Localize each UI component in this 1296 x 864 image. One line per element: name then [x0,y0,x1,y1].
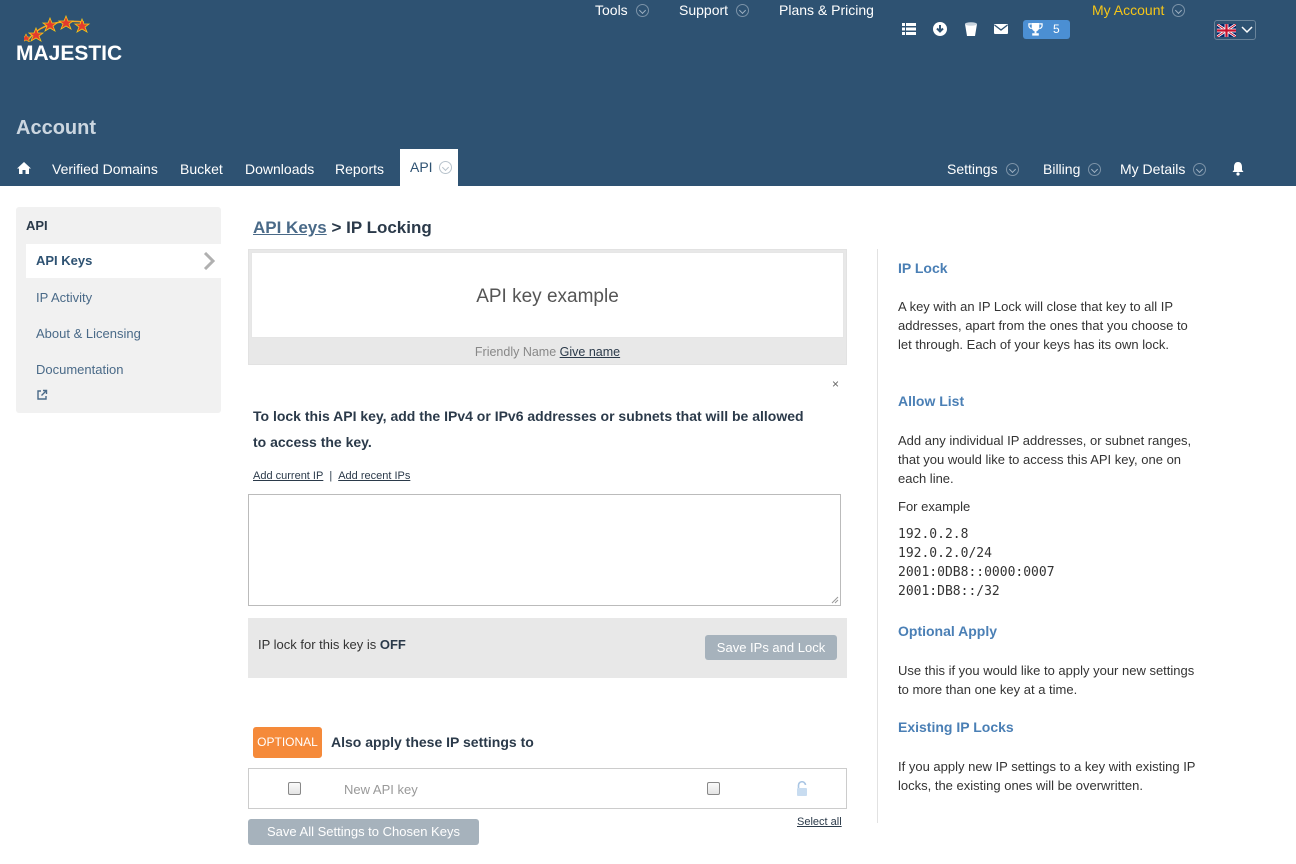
sidebar-item-documentation[interactable]: Documentation [36,362,123,377]
help-existing-locks-title: Existing IP Locks [898,719,1014,735]
chevron-down-icon [1088,162,1102,176]
friendly-name-label: Friendly Name [474,345,557,359]
select-key-checkbox[interactable] [288,782,301,795]
help-example-ip: 2001:0DB8::0000:0007 [898,565,1055,580]
breadcrumb-api-keys-link[interactable]: API Keys [253,218,327,237]
chevron-down-icon [635,3,649,17]
nav-settings-label: Settings [947,161,998,177]
language-selector[interactable] [1214,20,1256,40]
ip-lock-status: IP lock for this key is OFF [258,637,406,652]
also-apply-heading: Also apply these IP settings to [331,734,534,750]
chevron-down-icon [1005,162,1019,176]
ip-lock-status-prefix: IP lock for this key is [258,637,377,652]
support-label: Support [679,2,729,18]
save-ips-and-lock-button[interactable]: Save IPs and Lock [705,635,837,660]
help-optional-apply-title: Optional Apply [898,623,998,639]
bell-icon[interactable] [1231,161,1245,176]
chevron-down-icon [438,160,452,174]
chevron-right-icon [203,252,215,270]
api-key-card: API key example Friendly Name Give name [248,249,847,365]
nav-settings[interactable]: Settings [947,160,1019,178]
page-section-title: Account [16,117,96,139]
friendly-name-row: Friendly Name Give name [249,345,846,359]
ip-addresses-textarea[interactable] [248,494,841,606]
nav-verified-domains[interactable]: Verified Domains [52,160,158,178]
chevron-down-icon [736,3,750,17]
give-name-link[interactable]: Give name [560,345,620,359]
close-icon[interactable]: × [832,377,839,391]
help-ip-lock-title: IP Lock [898,260,948,276]
tools-menu[interactable]: Tools [595,0,649,20]
download-icon[interactable] [932,21,948,37]
header: MAJESTIC Tools Support Plans & Pricing 5… [0,0,1296,186]
help-example-ip: 192.0.2.8 [898,527,969,542]
plans-label: Plans & Pricing [779,2,874,18]
unlocked-icon [797,781,807,796]
help-example-ip: 2001:DB8::/32 [898,584,1000,599]
sidebar-item-ip-activity[interactable]: IP Activity [36,290,92,305]
chevron-down-icon [1193,162,1207,176]
bucket-icon[interactable] [963,21,979,37]
trophy-icon [1028,22,1043,36]
help-ip-lock-text: A key with an IP Lock will close that ke… [898,299,1188,352]
sidebar-item-about-licensing[interactable]: About & Licensing [36,326,141,341]
api-key-card-body: API key example [251,252,844,338]
key-selection-row: New API key [248,768,847,809]
help-existing-locks-text: If you apply new IP settings to a key wi… [898,759,1196,793]
uk-flag-icon [1217,24,1236,37]
list-icon[interactable] [901,21,917,37]
external-link-icon[interactable] [36,389,48,401]
tools-label: Tools [595,2,628,18]
majestic-logo[interactable]: MAJESTIC [16,14,126,66]
my-account-label: My Account [1092,2,1165,18]
nav-billing-label: Billing [1043,161,1081,177]
chevron-down-icon [1172,3,1186,17]
add-current-ip-link[interactable]: Add current IP [253,470,323,482]
nav-billing[interactable]: Billing [1043,160,1102,178]
optional-badge: OPTIONAL [253,727,322,758]
help-example-label: For example [898,499,971,514]
help-divider [877,249,878,823]
ip-lock-state: OFF [379,637,406,652]
link-separator: | [329,470,333,482]
breadcrumb-current: IP Locking [346,218,432,237]
nav-bucket[interactable]: Bucket [180,160,223,178]
save-all-settings-button[interactable]: Save All Settings to Chosen Keys [248,819,479,845]
sidebar: API API Keys IP Activity About & Licensi… [16,207,221,413]
ip-lock-status-bar: IP lock for this key is OFF Save IPs and… [248,618,847,678]
sidebar-item-api-keys[interactable]: API Keys [26,244,221,278]
help-allow-list-title: Allow List [898,393,965,409]
key-option-checkbox[interactable] [707,782,720,795]
add-recent-ips-link[interactable]: Add recent IPs [338,470,410,482]
ip-quick-links: Add current IP | Add recent IPs [253,470,410,482]
home-icon[interactable] [16,161,32,175]
resize-handle-icon[interactable] [829,594,839,604]
sidebar-title: API [26,218,48,233]
api-key-name: API key example [476,286,619,307]
mail-icon[interactable] [993,21,1009,37]
sidebar-item-label: API Keys [36,253,93,268]
select-all-link[interactable]: Select all [797,816,842,828]
help-example-ip: 192.0.2.0/24 [898,546,992,561]
help-optional-apply-text: Use this if you would like to apply your… [898,663,1195,697]
nav-my-details[interactable]: My Details [1120,160,1207,178]
nav-reports[interactable]: Reports [335,160,384,178]
support-menu[interactable]: Support [679,0,750,20]
nav-downloads[interactable]: Downloads [245,160,314,178]
key-row-label: New API key [344,782,418,797]
breadcrumb-separator: > [331,218,342,237]
my-account-menu[interactable]: My Account [1092,0,1186,20]
brand-name: MAJESTIC [16,42,123,65]
nav-my-details-label: My Details [1120,161,1186,177]
logo-stars-icon [24,14,91,42]
trophy-badge[interactable]: 5 [1023,20,1070,39]
plans-pricing-link[interactable]: Plans & Pricing [779,0,874,20]
trophy-count: 5 [1053,22,1060,36]
help-allow-list-text: Add any individual IP addresses, or subn… [898,433,1192,486]
ip-lock-instructions: To lock this API key, add the IPv4 or IP… [253,408,804,450]
breadcrumb: API Keys > IP Locking [253,218,432,238]
nav-api-label: API [410,159,433,175]
chevron-down-icon [1241,26,1253,34]
nav-api-tab[interactable]: API [400,149,458,186]
